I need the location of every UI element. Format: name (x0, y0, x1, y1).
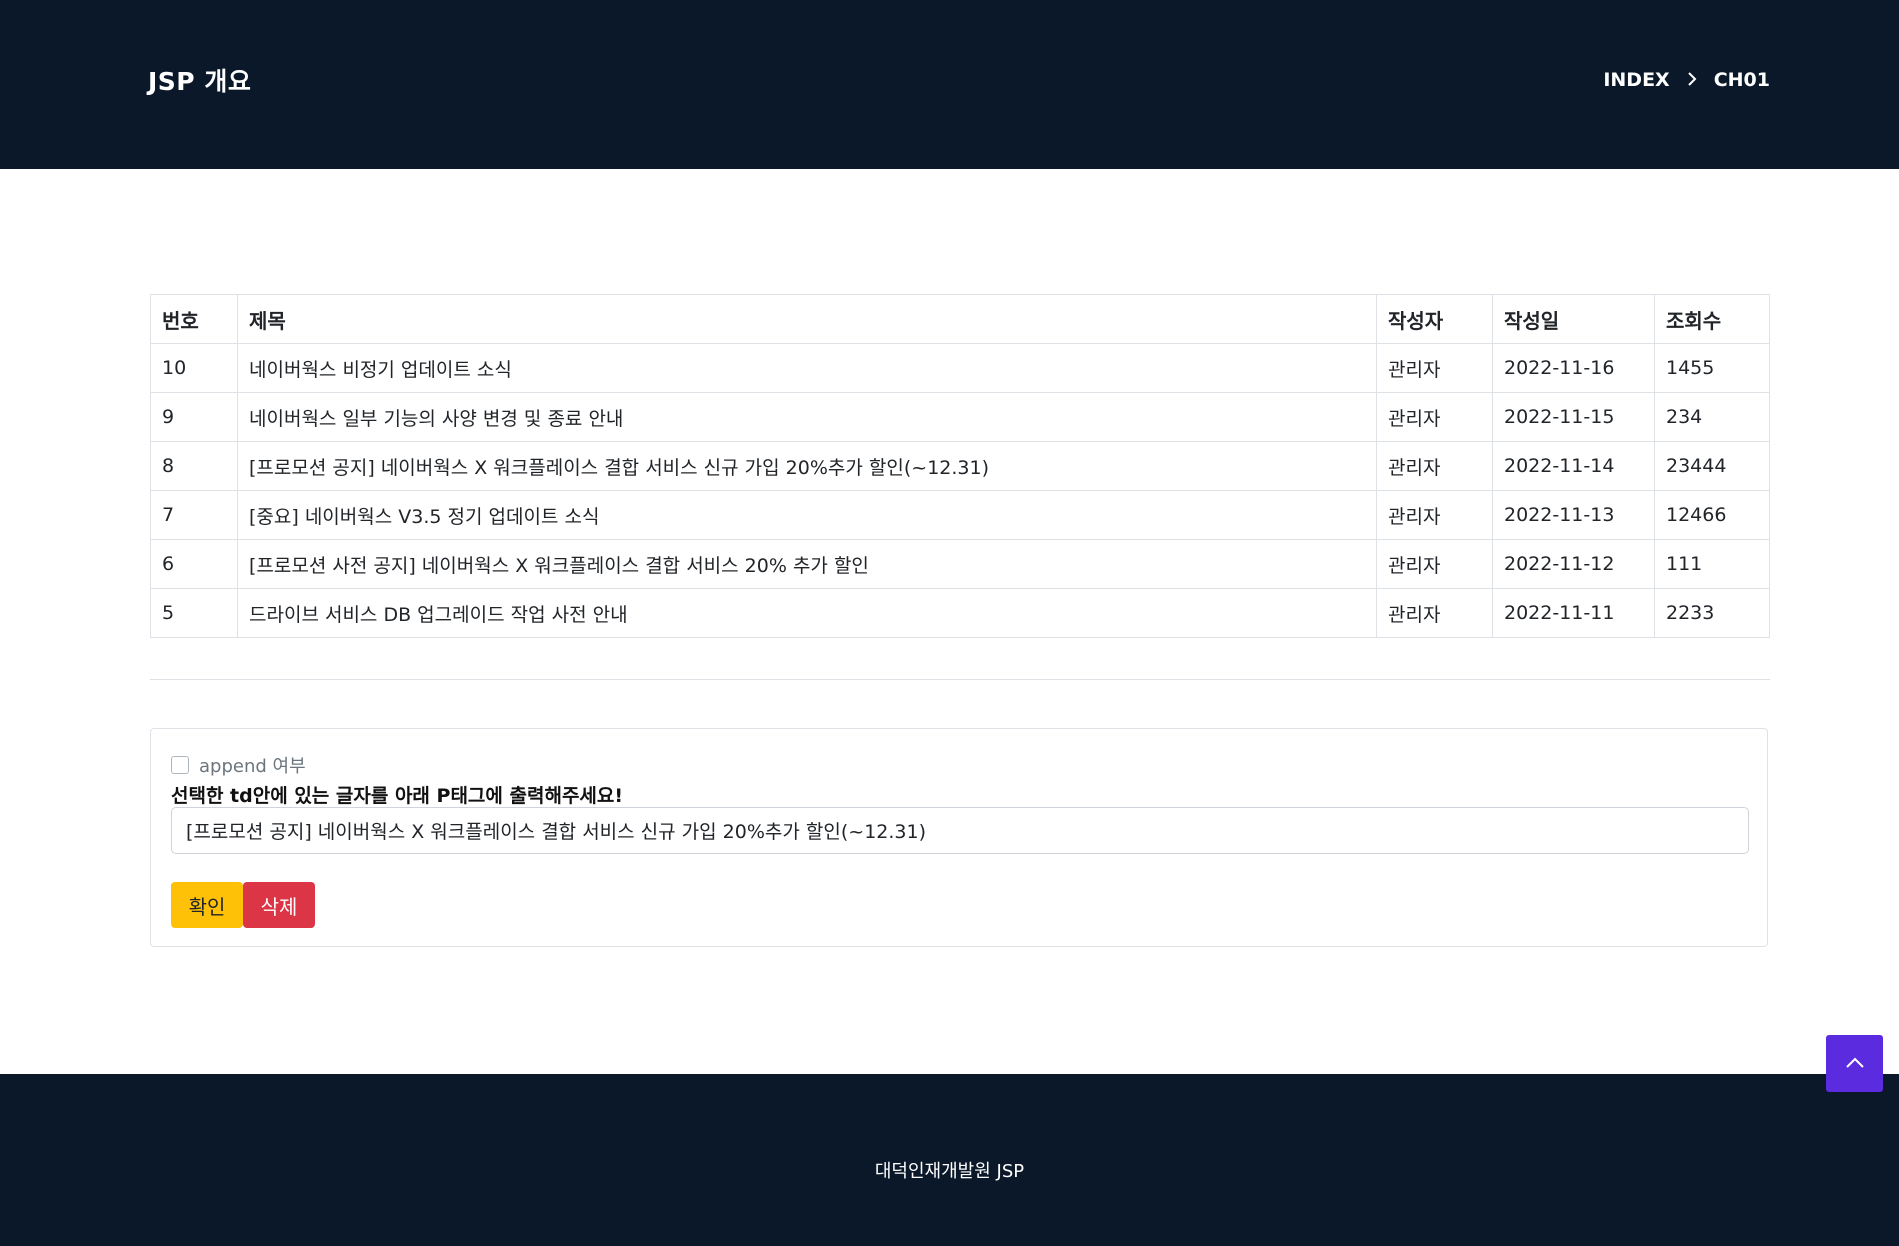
cell-no[interactable]: 5 (150, 588, 238, 638)
board-table: 번호 제목 작성자 작성일 조회수 10 네이버웍스 비정기 업데이트 소식 관… (150, 294, 1770, 638)
chevron-right-icon (1687, 68, 1697, 92)
site-footer: 대덕인재개발원 JSP (0, 1074, 1899, 1246)
column-header-no: 번호 (150, 294, 238, 344)
cell-no[interactable]: 8 (150, 441, 238, 491)
delete-button[interactable]: 삭제 (243, 882, 315, 928)
cell-title[interactable]: [프로모션 공지] 네이버웍스 X 워크플레이스 결합 서비스 신규 가입 20… (237, 441, 1377, 491)
cell-writer[interactable]: 관리자 (1376, 588, 1493, 638)
site-header: JSP 개요 INDEX CH01 (0, 0, 1899, 169)
cell-hits[interactable]: 23444 (1654, 441, 1770, 491)
confirm-button[interactable]: 확인 (171, 882, 243, 928)
breadcrumb-ch01-link[interactable]: CH01 (1714, 69, 1770, 91)
table-row: 8 [프로모션 공지] 네이버웍스 X 워크플레이스 결합 서비스 신규 가입 … (150, 441, 1770, 491)
cell-date[interactable]: 2022-11-11 (1492, 588, 1655, 638)
cell-date[interactable]: 2022-11-15 (1492, 392, 1655, 442)
append-option: append 여부 (171, 752, 306, 778)
column-header-title: 제목 (237, 294, 1377, 344)
cell-title[interactable]: 네이버웍스 일부 기능의 사양 변경 및 종료 안내 (237, 392, 1377, 442)
cell-no[interactable]: 6 (150, 539, 238, 589)
cell-hits[interactable]: 111 (1654, 539, 1770, 589)
output-field[interactable] (171, 807, 1749, 854)
cell-writer[interactable]: 관리자 (1376, 392, 1493, 442)
cell-date[interactable]: 2022-11-12 (1492, 539, 1655, 589)
cell-no[interactable]: 10 (150, 343, 238, 393)
cell-title[interactable]: 네이버웍스 비정기 업데이트 소식 (237, 343, 1377, 393)
table-row: 7 [중요] 네이버웍스 V3.5 정기 업데이트 소식 관리자 2022-11… (150, 490, 1770, 540)
instruction-text: 선택한 td안에 있는 글자를 아래 P태그에 출력해주세요! (171, 785, 624, 807)
cell-date[interactable]: 2022-11-16 (1492, 343, 1655, 393)
cell-hits[interactable]: 234 (1654, 392, 1770, 442)
cell-writer[interactable]: 관리자 (1376, 539, 1493, 589)
page-title: JSP 개요 (148, 67, 252, 96)
section-divider (150, 679, 1770, 680)
table-row: 10 네이버웍스 비정기 업데이트 소식 관리자 2022-11-16 1455 (150, 343, 1770, 393)
cell-writer[interactable]: 관리자 (1376, 441, 1493, 491)
cell-title[interactable]: [프로모션 사전 공지] 네이버웍스 X 워크플레이스 결합 서비스 20% 추… (237, 539, 1377, 589)
cell-hits[interactable]: 1455 (1654, 343, 1770, 393)
footer-text: 대덕인재개발원 JSP (874, 1161, 1025, 1182)
table-row: 9 네이버웍스 일부 기능의 사양 변경 및 종료 안내 관리자 2022-11… (150, 392, 1770, 442)
breadcrumb-index-link[interactable]: INDEX (1603, 69, 1669, 91)
cell-date[interactable]: 2022-11-14 (1492, 441, 1655, 491)
table-row: 5 드라이브 서비스 DB 업그레이드 작업 사전 안내 관리자 2022-11… (150, 588, 1770, 638)
cell-hits[interactable]: 2233 (1654, 588, 1770, 638)
cell-no[interactable]: 9 (150, 392, 238, 442)
breadcrumb: INDEX CH01 (1603, 68, 1770, 92)
cell-title[interactable]: [중요] 네이버웍스 V3.5 정기 업데이트 소식 (237, 490, 1377, 540)
column-header-writer: 작성자 (1376, 294, 1493, 344)
cell-writer[interactable]: 관리자 (1376, 490, 1493, 540)
column-header-hits: 조회수 (1654, 294, 1770, 344)
append-checkbox-label[interactable]: append 여부 (199, 752, 306, 778)
button-group: 확인 삭제 (171, 882, 315, 928)
chevron-up-icon (1845, 1054, 1865, 1073)
cell-no[interactable]: 7 (150, 490, 238, 540)
cell-title[interactable]: 드라이브 서비스 DB 업그레이드 작업 사전 안내 (237, 588, 1377, 638)
table-row: 6 [프로모션 사전 공지] 네이버웍스 X 워크플레이스 결합 서비스 20%… (150, 539, 1770, 589)
board-table-container: 번호 제목 작성자 작성일 조회수 10 네이버웍스 비정기 업데이트 소식 관… (150, 294, 1770, 638)
append-checkbox[interactable] (171, 756, 189, 774)
cell-date[interactable]: 2022-11-13 (1492, 490, 1655, 540)
cell-writer[interactable]: 관리자 (1376, 343, 1493, 393)
output-card: append 여부 선택한 td안에 있는 글자를 아래 P태그에 출력해주세요… (150, 728, 1768, 947)
table-header-row: 번호 제목 작성자 작성일 조회수 (150, 294, 1770, 344)
column-header-date: 작성일 (1492, 294, 1655, 344)
cell-hits[interactable]: 12466 (1654, 490, 1770, 540)
scroll-top-button[interactable] (1826, 1035, 1883, 1092)
